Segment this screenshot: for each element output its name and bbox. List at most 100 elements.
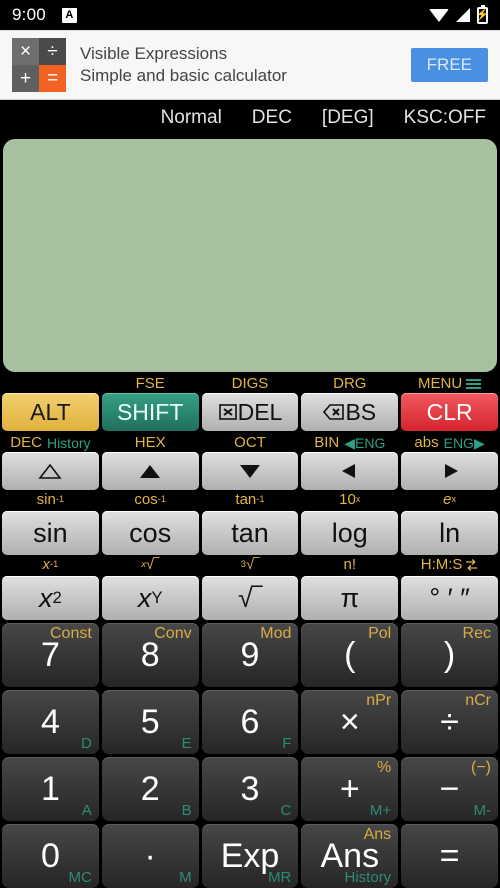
key-shift-cell: FSE SHIFT [101, 375, 199, 431]
up-arrow-icon [140, 465, 161, 478]
tan-inv-label: tan -1 [235, 491, 265, 508]
cursor-right-button[interactable] [401, 452, 498, 490]
square-root-button[interactable]: √‾ [201, 576, 299, 620]
key-8[interactable]: 8 Conv [101, 623, 199, 687]
clear-button[interactable]: CLR [401, 393, 498, 431]
key-dms-cell: ° ′ ″ [401, 576, 498, 620]
modifier-row: ALT FSE SHIFT DIGS DEL DRG BS MENU CLR [2, 375, 498, 431]
key-9-label: 9 [240, 636, 260, 674]
ad-banner[interactable]: × ÷ + = Visible Expressions Simple and b… [0, 30, 500, 100]
exp-label: Exp [220, 837, 280, 875]
numeric-row-456: 4 D 5 E 6 F × nPr ÷ nCr [2, 690, 498, 754]
abs-label: abs [414, 434, 439, 451]
sin-button[interactable]: sin [2, 511, 99, 555]
minus-label: − [439, 770, 460, 808]
key-plus-cell: + % M+ [301, 757, 399, 821]
abs-eng-label: abs ENG ▶ [401, 434, 498, 451]
conv-label: Conv [154, 625, 192, 642]
ncr-label: nCr [465, 692, 491, 709]
key-5[interactable]: 5 E [101, 690, 199, 754]
angle-indicator: [DEG] [321, 107, 374, 128]
sin-inv-label: sin -1 [36, 491, 65, 508]
key-close-paren-cell: ) Rec [401, 623, 498, 687]
key-3-cell: 3 C [201, 757, 299, 821]
answer-button[interactable]: Ans Ans History [301, 824, 399, 888]
up-outline-arrow-icon [38, 463, 63, 479]
eng-right-label: ENG [443, 434, 474, 451]
bs-label: BS [345, 398, 377, 425]
ans-alt-label: Ans [363, 826, 392, 843]
eng-left-marker: ◀ [344, 434, 356, 451]
key-4-label: 4 [40, 703, 60, 741]
left-arrow-icon [341, 464, 355, 478]
key-5-label: 5 [140, 703, 160, 741]
ad-install-button[interactable]: FREE [410, 48, 488, 82]
mod-label: Mod [260, 625, 292, 642]
key-0[interactable]: 0 MC [2, 824, 99, 888]
pi-button[interactable]: π [301, 576, 399, 620]
decimal-point-button[interactable]: · M [101, 824, 199, 888]
fse-label: FSE [135, 375, 165, 392]
pol-label: Pol [368, 625, 392, 642]
key-2[interactable]: 2 B [101, 757, 199, 821]
key-5-cell: 5 E [101, 690, 199, 754]
divide-label: ÷ [440, 703, 459, 741]
x-power-y-button[interactable]: xY [101, 576, 199, 620]
hms-label: H:M:S [401, 556, 498, 573]
plus-button[interactable]: + % M+ [301, 757, 399, 821]
open-paren-button[interactable]: ( Pol [301, 623, 399, 687]
status-bar: 9:00 A ⚡ [0, 0, 500, 30]
hex-f-label: F [282, 735, 292, 752]
cursor-left-button[interactable] [301, 452, 399, 490]
key-xy-cell: xY [101, 576, 199, 620]
cube-root-label: 3 √‾ [240, 556, 260, 573]
x-squared-button[interactable]: x2 [2, 576, 99, 620]
key-9-cell: 9 Mod [201, 623, 299, 687]
alt-button[interactable]: ALT [2, 393, 99, 431]
key-1[interactable]: 1 A [2, 757, 99, 821]
dec-history-label: DEC History [2, 434, 99, 451]
npr-label: nPr [366, 692, 392, 709]
degrees-minutes-seconds-button[interactable]: ° ′ ″ [401, 576, 498, 620]
key-right-cell: abs ENG ▶ ex [401, 434, 498, 508]
memory-clear-label: MC [68, 869, 92, 886]
cursor-up-outline-button[interactable] [2, 452, 99, 490]
tan-button[interactable]: tan [201, 511, 299, 555]
key-9[interactable]: 9 Mod [201, 623, 299, 687]
del-button[interactable]: DEL [201, 393, 299, 431]
key-ans-cell: Ans Ans History [301, 824, 399, 888]
close-paren-button[interactable]: ) Rec [401, 623, 498, 687]
cos-button[interactable]: cos [101, 511, 199, 555]
cursor-down-button[interactable] [201, 452, 299, 490]
key-3[interactable]: 3 C [201, 757, 299, 821]
key-8-label: 8 [140, 636, 160, 674]
key-7[interactable]: 7 Const [2, 623, 99, 687]
eng-right-marker: ▶ [473, 434, 485, 451]
x-root-label: x √‾ [141, 556, 160, 573]
delete-box-icon [218, 404, 237, 420]
key-6[interactable]: 6 F [201, 690, 299, 754]
ad-subtitle: Simple and basic calculator [80, 66, 287, 85]
numeric-row-123: 1 A 2 B 3 C + % M+ − (−) M- [2, 757, 498, 821]
multiply-button[interactable]: × nPr [301, 690, 399, 754]
backspace-button[interactable]: BS [301, 393, 399, 431]
decimal-label: · [144, 837, 156, 875]
key-x2-cell: x2 [2, 576, 99, 620]
cursor-up-button[interactable] [101, 452, 199, 490]
memory-store-label: M [179, 869, 192, 886]
key-up-cell: HEX cos -1 [101, 434, 199, 508]
key-4[interactable]: 4 D [2, 690, 99, 754]
divide-button[interactable]: ÷ nCr [401, 690, 498, 754]
key-8-cell: 8 Conv [101, 623, 199, 687]
oct-label: OCT [234, 434, 266, 451]
negate-label: (−) [470, 759, 491, 776]
calculator-display[interactable] [3, 139, 497, 372]
log-button[interactable]: log [301, 511, 399, 555]
equals-button[interactable]: = [401, 824, 498, 888]
down-arrow-icon [239, 465, 260, 478]
ln-button[interactable]: ln [401, 511, 498, 555]
exponent-button[interactable]: Exp MR [201, 824, 299, 888]
minus-button[interactable]: − (−) M- [401, 757, 498, 821]
key-multiply-cell: × nPr [301, 690, 399, 754]
shift-button[interactable]: SHIFT [101, 393, 199, 431]
